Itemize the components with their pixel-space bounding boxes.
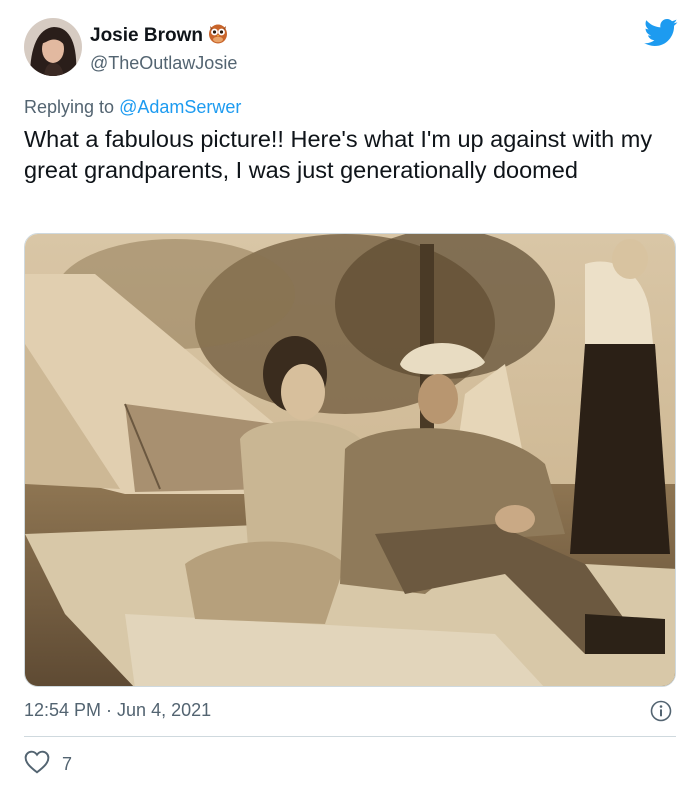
- vintage-family-photo: [25, 234, 675, 686]
- replying-to-label: Replying to: [24, 97, 120, 117]
- tweet-photo[interactable]: [24, 233, 676, 687]
- replying-to-line: Replying to @AdamSerwer: [24, 97, 241, 118]
- author-handle[interactable]: @TheOutlawJosie: [90, 53, 237, 74]
- tweet-text: What a fabulous picture!! Here's what I'…: [24, 126, 653, 183]
- like-button[interactable]: 7: [24, 750, 72, 779]
- author-display-name[interactable]: Josie Brown: [90, 25, 203, 47]
- tweet-time[interactable]: 12:54 PM: [24, 700, 101, 720]
- owl-emoji-icon: [207, 22, 229, 49]
- tweet-date[interactable]: Jun 4, 2021: [117, 700, 211, 720]
- avatar-photo: [24, 18, 82, 76]
- meta-separator: ·: [106, 700, 113, 720]
- info-icon[interactable]: [650, 700, 672, 722]
- reply-to-handle-link[interactable]: @AdamSerwer: [119, 97, 241, 117]
- twitter-bird-icon[interactable]: [644, 18, 678, 48]
- divider: [24, 736, 676, 737]
- like-count: 7: [62, 754, 73, 774]
- tweet-timestamp: 12:54 PM · Jun 4, 2021: [24, 700, 211, 721]
- author-avatar[interactable]: [24, 18, 82, 76]
- heart-icon: [24, 750, 50, 779]
- author-info: Josie Brown @TheOutlawJosie: [90, 22, 237, 74]
